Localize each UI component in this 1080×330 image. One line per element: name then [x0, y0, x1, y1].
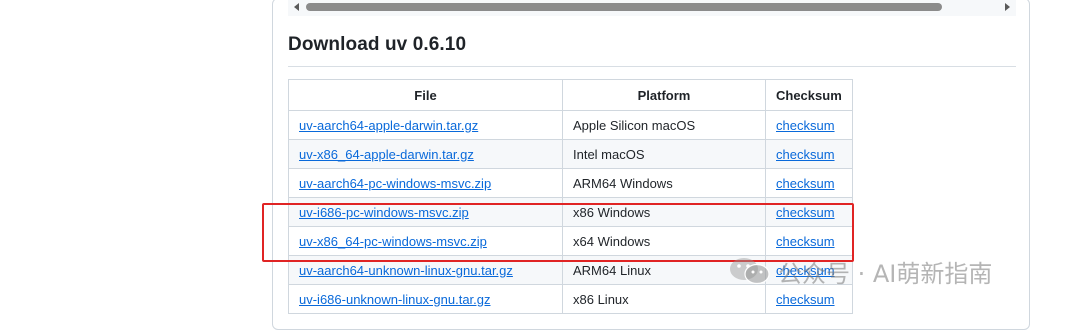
file-cell: uv-x86_64-apple-darwin.tar.gz — [288, 139, 563, 169]
checksum-link[interactable]: checksum — [776, 147, 835, 162]
horizontal-scrollbar[interactable] — [288, 0, 1016, 16]
file-cell: uv-aarch64-pc-windows-msvc.zip — [288, 168, 563, 198]
table-row: uv-x86_64-apple-darwin.tar.gz Intel macO… — [288, 139, 853, 169]
watermark: 公众号 · AI萌新指南 — [728, 255, 993, 288]
platform-cell: x64 Windows — [562, 226, 766, 256]
file-cell: uv-i686-unknown-linux-gnu.tar.gz — [288, 284, 563, 314]
platform-cell: Apple Silicon macOS — [562, 110, 766, 140]
checksum-link[interactable]: checksum — [776, 176, 835, 191]
table-row: uv-i686-pc-windows-msvc.zip x86 Windows … — [288, 197, 853, 227]
file-link[interactable]: uv-i686-pc-windows-msvc.zip — [299, 205, 469, 220]
checksum-link[interactable]: checksum — [776, 205, 835, 220]
checksum-cell: checksum — [765, 168, 853, 198]
file-cell: uv-i686-pc-windows-msvc.zip — [288, 197, 563, 227]
file-link[interactable]: uv-x86_64-apple-darwin.tar.gz — [299, 147, 474, 162]
checksum-link[interactable]: checksum — [776, 234, 835, 249]
file-link[interactable]: uv-i686-unknown-linux-gnu.tar.gz — [299, 292, 491, 307]
file-cell: uv-aarch64-unknown-linux-gnu.tar.gz — [288, 255, 563, 285]
column-header-checksum: Checksum — [765, 79, 853, 111]
checksum-cell: checksum — [765, 284, 853, 314]
table-row: uv-i686-unknown-linux-gnu.tar.gz x86 Lin… — [288, 284, 853, 314]
column-header-platform: Platform — [562, 79, 766, 111]
checksum-cell: checksum — [765, 226, 853, 256]
checksum-cell: checksum — [765, 110, 853, 140]
table-row: uv-x86_64-pc-windows-msvc.zip x64 Window… — [288, 226, 853, 256]
scroll-right-icon[interactable] — [1005, 3, 1010, 11]
heading-divider — [288, 66, 1016, 67]
scroll-thumb[interactable] — [306, 3, 942, 11]
platform-cell: x86 Windows — [562, 197, 766, 227]
scroll-left-icon[interactable] — [294, 3, 299, 11]
checksum-link[interactable]: checksum — [776, 292, 835, 307]
platform-cell: Intel macOS — [562, 139, 766, 169]
checksum-link[interactable]: checksum — [776, 118, 835, 133]
checksum-cell: checksum — [765, 197, 853, 227]
watermark-text: 公众号 · AI萌新指南 — [778, 259, 993, 288]
column-header-file: File — [288, 79, 563, 111]
file-cell: uv-aarch64-apple-darwin.tar.gz — [288, 110, 563, 140]
file-link[interactable]: uv-x86_64-pc-windows-msvc.zip — [299, 234, 487, 249]
platform-cell: ARM64 Windows — [562, 168, 766, 198]
file-link[interactable]: uv-aarch64-pc-windows-msvc.zip — [299, 176, 491, 191]
table-row: uv-aarch64-apple-darwin.tar.gz Apple Sil… — [288, 110, 853, 140]
checksum-cell: checksum — [765, 139, 853, 169]
table-header-row: File Platform Checksum — [288, 79, 853, 111]
file-cell: uv-x86_64-pc-windows-msvc.zip — [288, 226, 563, 256]
section-title: Download uv 0.6.10 — [288, 34, 467, 55]
platform-cell: x86 Linux — [562, 284, 766, 314]
table-row: uv-aarch64-pc-windows-msvc.zip ARM64 Win… — [288, 168, 853, 198]
wechat-icon — [730, 258, 770, 285]
file-link[interactable]: uv-aarch64-unknown-linux-gnu.tar.gz — [299, 263, 513, 278]
file-link[interactable]: uv-aarch64-apple-darwin.tar.gz — [299, 118, 478, 133]
